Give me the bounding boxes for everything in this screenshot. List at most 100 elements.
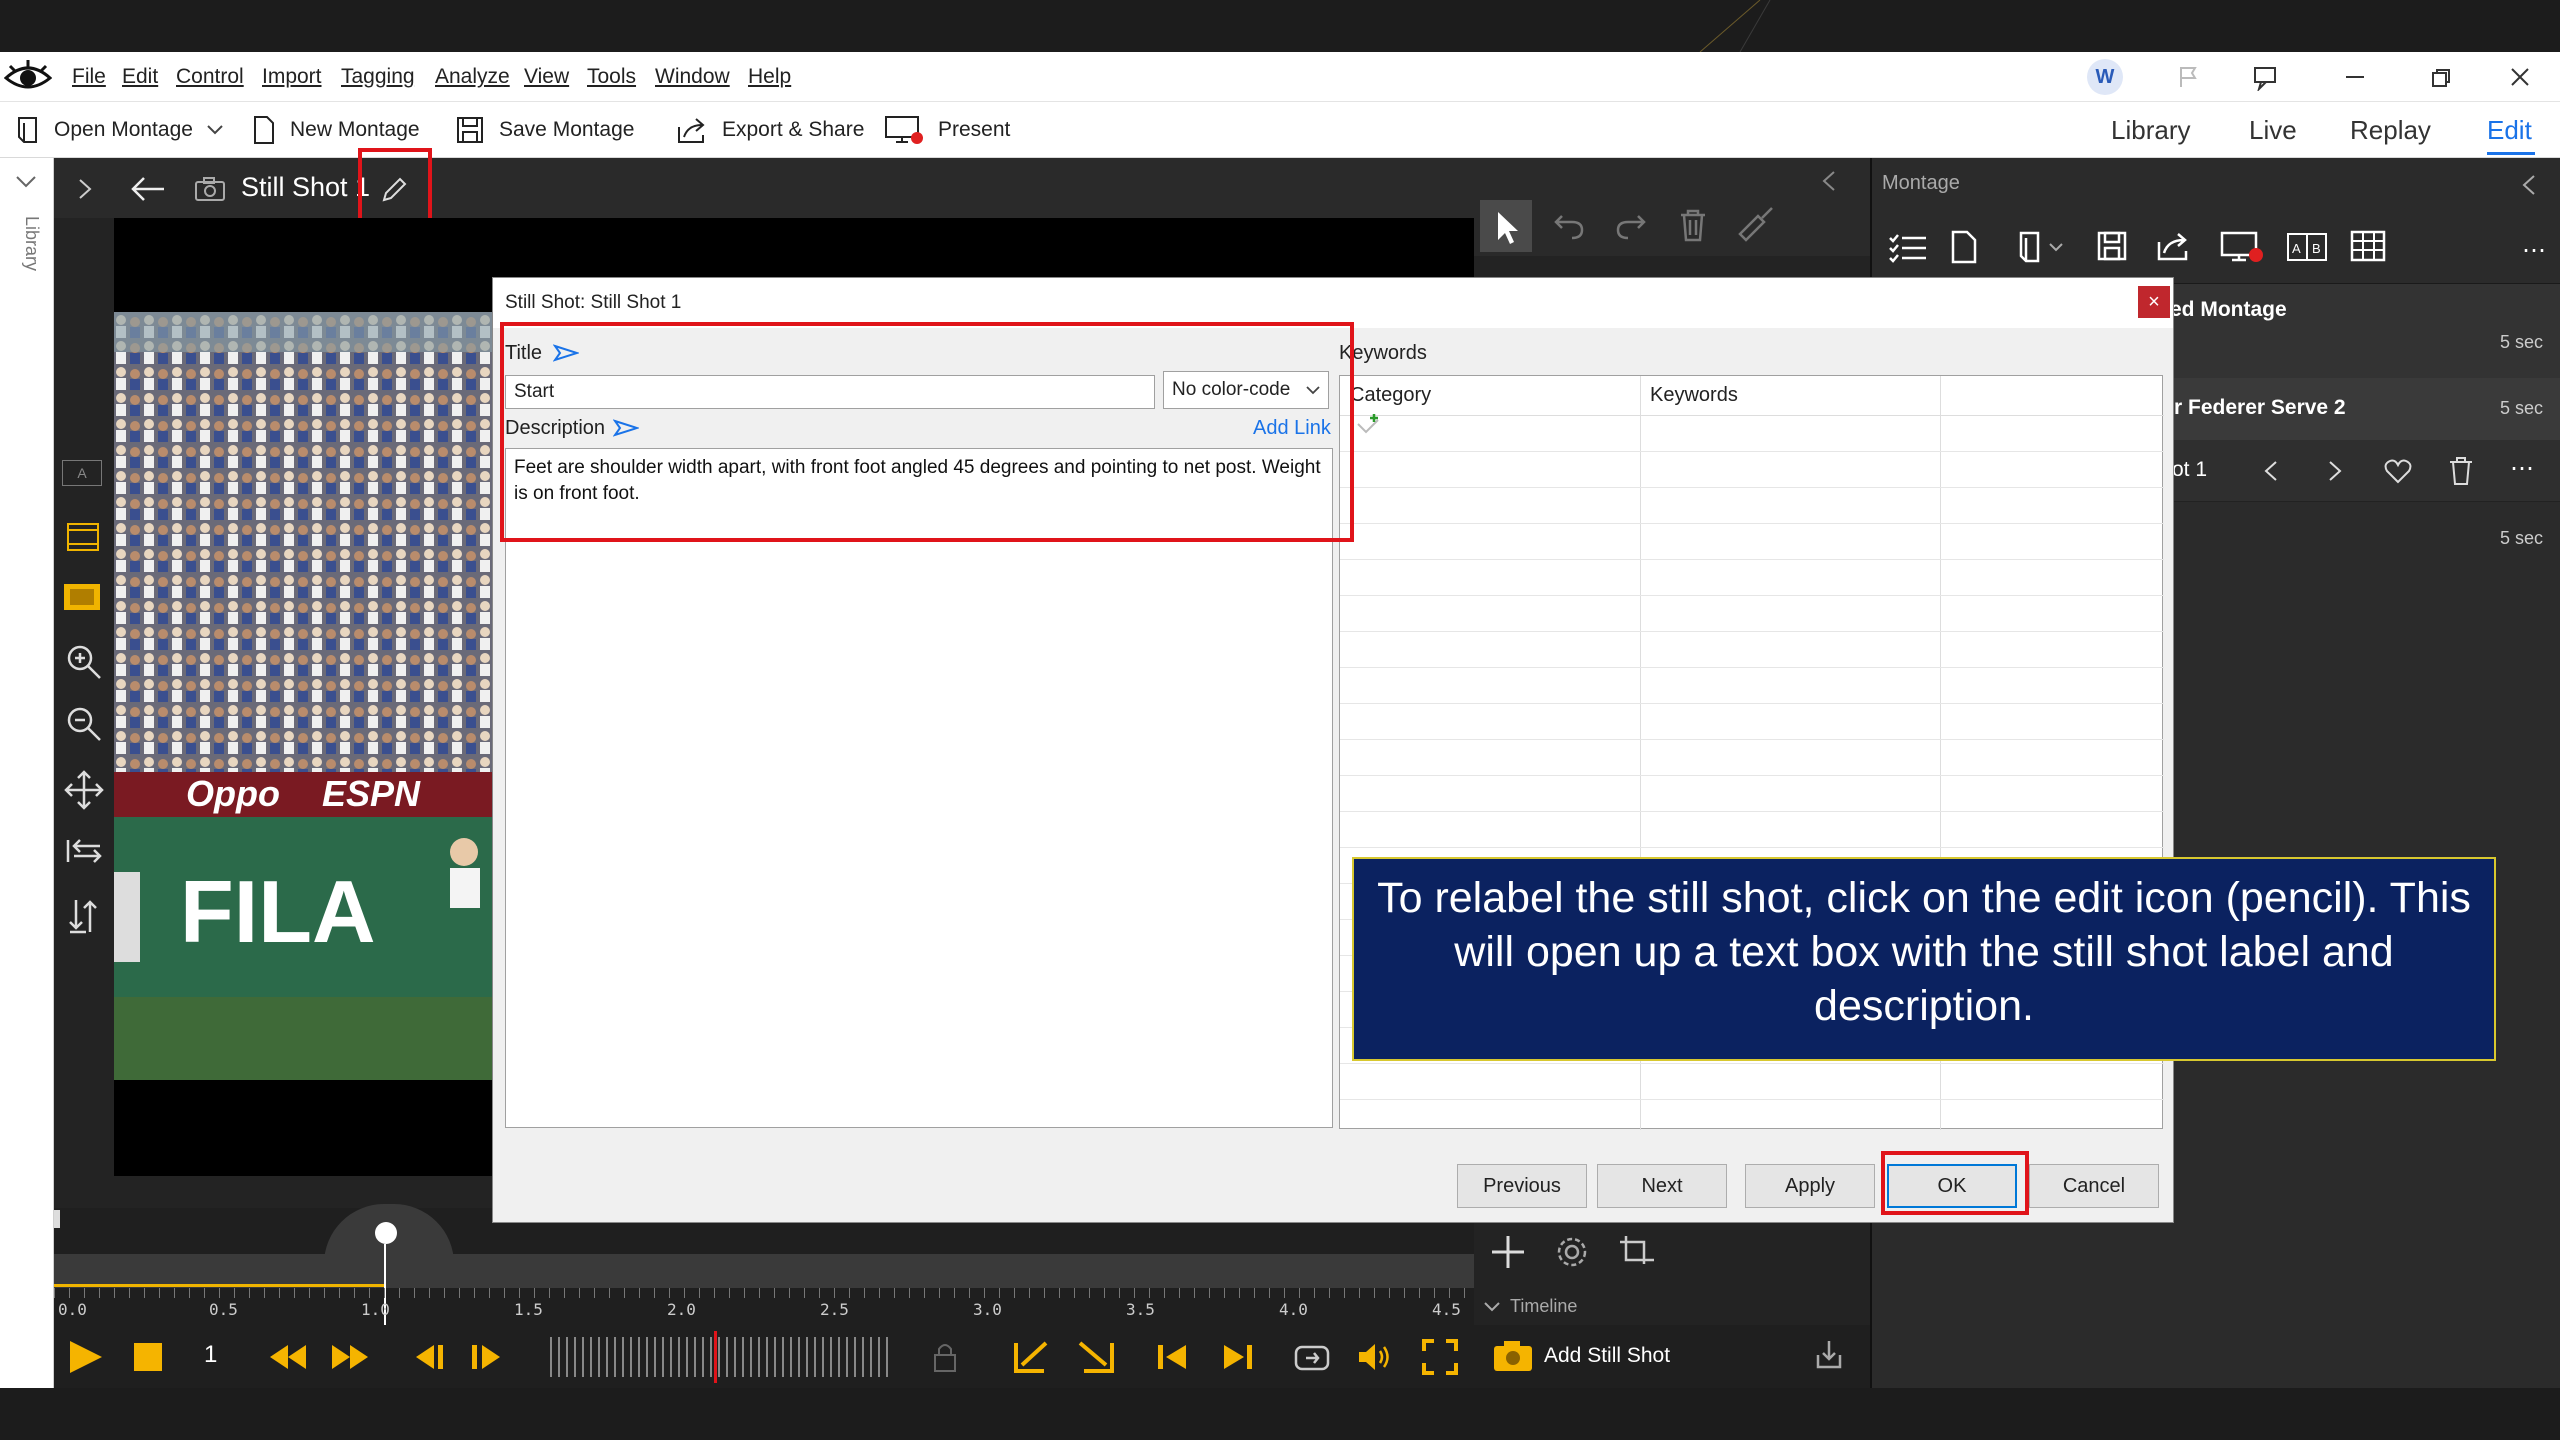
loop-icon[interactable]	[1292, 1339, 1332, 1375]
tab-replay[interactable]: Replay	[2350, 102, 2431, 158]
jog-wheel[interactable]	[550, 1337, 890, 1377]
menu-tagging[interactable]: Tagging	[341, 52, 415, 102]
undo-icon[interactable]	[1554, 212, 1584, 240]
restore-icon[interactable]	[2431, 68, 2451, 88]
select-tool-button[interactable]	[1480, 200, 1532, 252]
ab-compare-icon[interactable]: AB	[2286, 232, 2328, 262]
skip-start-icon[interactable]	[1156, 1341, 1190, 1373]
add-still-shot-button[interactable]: Add Still Shot	[1492, 1339, 1670, 1373]
flag-icon[interactable]	[2176, 65, 2200, 89]
skip-end-icon[interactable]	[1220, 1341, 1254, 1373]
add-tag-icon[interactable]	[1356, 412, 1380, 436]
frame-step-value[interactable]: 1	[204, 1341, 217, 1369]
menu-window[interactable]: Window	[655, 52, 730, 102]
previous-button[interactable]: Previous	[1457, 1164, 1587, 1208]
checklist-icon[interactable]	[1888, 232, 1928, 264]
chevron-down-icon[interactable]	[207, 125, 223, 135]
timeline-toggle[interactable]: Timeline	[1484, 1296, 1577, 1317]
cancel-button[interactable]: Cancel	[2029, 1164, 2159, 1208]
rewind-icon[interactable]	[266, 1341, 310, 1373]
menu-help[interactable]: Help	[748, 52, 791, 102]
chevron-right-icon[interactable]	[2328, 460, 2342, 482]
timeline-start-marker[interactable]	[54, 1210, 60, 1228]
trim-icon[interactable]	[1618, 1234, 1658, 1266]
library-label[interactable]: Library	[12, 216, 42, 296]
menu-import[interactable]: Import	[262, 52, 322, 102]
step-forward-icon[interactable]	[468, 1341, 508, 1373]
close-window-icon[interactable]	[2510, 67, 2530, 87]
text-tool-button[interactable]: A	[62, 460, 102, 486]
save-icon[interactable]	[2096, 230, 2128, 262]
book-icon[interactable]	[2018, 230, 2070, 264]
menu-edit[interactable]: Edit	[122, 52, 158, 102]
menu-view[interactable]: View	[524, 52, 569, 102]
tab-live[interactable]: Live	[2249, 102, 2297, 158]
user-avatar[interactable]: W	[2087, 59, 2123, 95]
mark-in-icon[interactable]	[1012, 1339, 1052, 1375]
grid-icon[interactable]	[2350, 230, 2386, 262]
tab-edit[interactable]: Edit	[2487, 102, 2532, 158]
collapse-chevron-icon[interactable]	[1822, 170, 1836, 192]
playhead-handle[interactable]	[375, 1222, 397, 1244]
horizontal-flip-icon[interactable]	[64, 836, 104, 866]
menu-control[interactable]: Control	[176, 52, 244, 102]
play-icon[interactable]	[66, 1339, 106, 1375]
heart-icon[interactable]	[2384, 458, 2412, 484]
chevron-down-icon[interactable]	[16, 176, 36, 188]
export-share-button[interactable]: Export & Share	[676, 102, 864, 158]
tab-library[interactable]: Library	[2111, 102, 2190, 158]
category-column-header[interactable]: Category	[1350, 384, 1431, 407]
more-options-icon[interactable]: ⋯	[2522, 236, 2548, 265]
present-button[interactable]: Present	[884, 102, 1010, 158]
dialog-close-button[interactable]: ×	[2138, 286, 2170, 318]
settings-gear-icon[interactable]	[1554, 1234, 1590, 1270]
apply-button[interactable]: Apply	[1745, 1164, 1875, 1208]
add-marker-icon[interactable]	[1488, 1232, 1528, 1272]
minimize-icon[interactable]	[2346, 76, 2364, 78]
stop-icon[interactable]	[134, 1343, 162, 1371]
chevron-right-icon[interactable]	[78, 178, 92, 200]
clear-drawing-icon[interactable]	[1736, 206, 1776, 246]
lock-icon[interactable]	[932, 1341, 958, 1373]
keywords-column-header[interactable]: Keywords	[1650, 384, 1738, 407]
fullscreen-icon[interactable]	[1422, 1339, 1458, 1375]
menu-analyze[interactable]: Analyze	[435, 52, 510, 102]
redo-icon[interactable]	[1616, 212, 1646, 240]
trash-icon[interactable]	[1678, 208, 1708, 242]
description-textarea[interactable]: Feet are shoulder width apart, with fron…	[505, 448, 1333, 1128]
trash-icon[interactable]	[2448, 456, 2474, 486]
montage-item-label: ed Montage	[2170, 298, 2287, 321]
export-down-icon[interactable]	[1814, 1339, 1844, 1371]
collapse-panel-icon[interactable]	[2522, 174, 2536, 196]
svg-text:B: B	[2312, 241, 2321, 256]
feedback-icon[interactable]	[2252, 65, 2278, 91]
montage-header: Montage	[1872, 158, 2560, 212]
open-montage-button[interactable]: Open Montage	[16, 102, 223, 158]
menu-tools[interactable]: Tools	[587, 52, 636, 102]
drawing-tools-bar	[1474, 196, 1870, 256]
vertical-sort-icon[interactable]	[66, 896, 102, 936]
timeline-track[interactable]	[54, 1254, 1474, 1288]
new-document-icon[interactable]	[1950, 230, 1978, 264]
sponsor-oppo-text: Oppo	[186, 773, 280, 814]
back-arrow-icon[interactable]	[130, 176, 166, 202]
zoom-out-icon[interactable]	[66, 706, 102, 742]
fast-forward-icon[interactable]	[328, 1341, 372, 1373]
zoom-in-icon[interactable]	[66, 644, 102, 680]
montage-header-label: Montage	[1882, 172, 1960, 194]
next-button[interactable]: Next	[1597, 1164, 1727, 1208]
volume-icon[interactable]	[1356, 1341, 1394, 1373]
tick-label: 1.5	[514, 1300, 543, 1319]
more-options-icon[interactable]: ⋯	[2510, 454, 2534, 483]
library-sidebar: Library	[0, 158, 54, 1388]
share-icon[interactable]	[2156, 230, 2192, 262]
present-icon[interactable]	[2220, 230, 2264, 264]
menu-file[interactable]: File	[72, 52, 106, 102]
chevron-left-icon[interactable]	[2264, 460, 2278, 482]
filmstrip-icon[interactable]	[62, 582, 102, 612]
save-montage-button[interactable]: Save Montage	[455, 102, 634, 158]
mark-out-icon[interactable]	[1076, 1339, 1116, 1375]
step-back-icon[interactable]	[408, 1341, 448, 1373]
pan-icon[interactable]	[64, 770, 104, 810]
frame-tool-icon[interactable]	[66, 522, 100, 552]
